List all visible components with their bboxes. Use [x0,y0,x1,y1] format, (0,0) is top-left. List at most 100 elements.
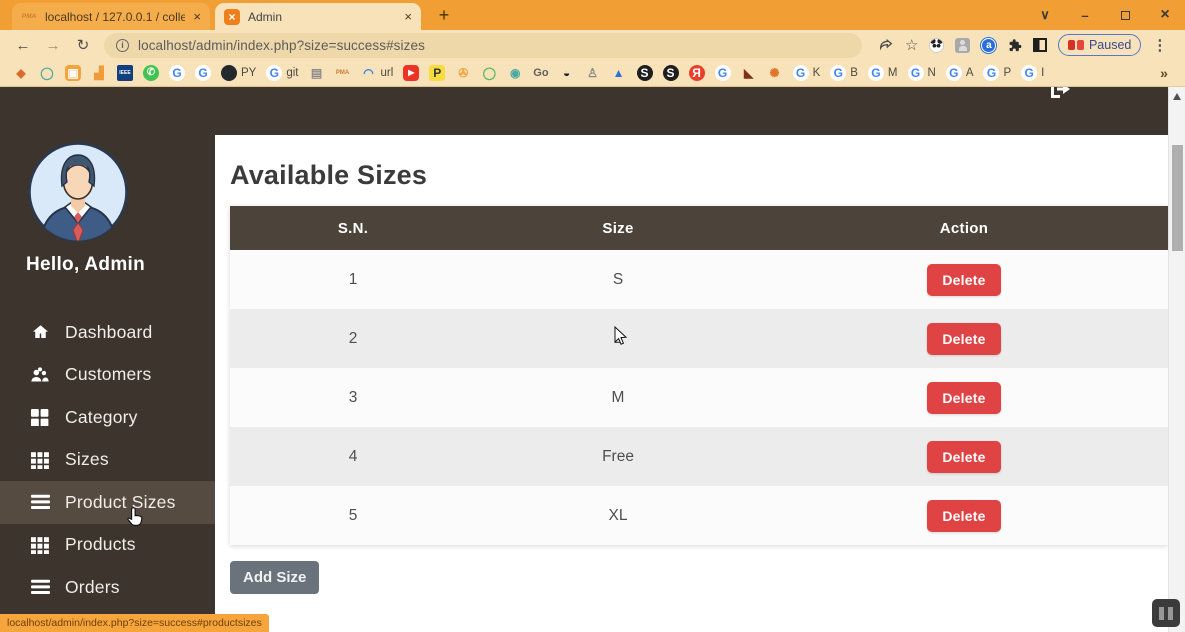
bookmark-item[interactable]: ♙ [585,65,601,81]
bookmark-item[interactable]: G [195,65,211,81]
bookmark-item[interactable]: Я [689,65,705,81]
reading-list-icon[interactable] [1033,38,1047,52]
extensions-puzzle-icon[interactable] [1007,38,1022,53]
bookmark-star-icon[interactable]: ☆ [905,36,918,54]
google-icon: G [983,65,999,81]
bookmark-item[interactable]: GN [908,65,936,81]
forward-icon[interactable]: → [40,37,66,54]
bookmark-item[interactable]: ◯ [481,65,497,81]
logout-icon[interactable] [1048,87,1076,98]
bookmark-item[interactable]: ✇ [455,65,471,81]
delete-button[interactable]: Delete [927,441,1000,473]
list-icon [30,579,50,595]
scrollbar-up-arrow-icon[interactable] [1173,93,1181,100]
kebab-menu-icon[interactable]: ⋮ [1152,36,1167,54]
a-extension-icon[interactable]: a [981,38,996,53]
site-info-icon[interactable]: i [116,39,129,52]
bookmark-item[interactable]: GB [830,65,858,81]
delete-button[interactable]: Delete [927,500,1000,532]
bookmark-item[interactable]: ◠url [361,65,394,81]
bookmark-item[interactable]: GK [793,65,821,81]
bookmark-item[interactable]: ▲ [611,65,627,81]
bookmark-item[interactable]: ▤ [309,65,325,81]
chevron-down-icon[interactable]: ∨ [1025,7,1065,23]
add-size-button[interactable]: Add Size [230,561,319,594]
bookmark-item[interactable]: » [1156,65,1172,81]
bookmark-item[interactable]: GP [983,65,1011,81]
bookmark-item[interactable]: GI [1021,65,1044,81]
bookmark-item[interactable]: GA [946,65,974,81]
maximize-button[interactable] [1105,11,1145,20]
address-bar[interactable]: i localhost/admin/index.php?size=success… [104,33,862,58]
bookmark-label: PY [241,67,256,79]
tab-close-icon[interactable]: × [193,9,201,24]
tab-close-icon[interactable]: × [404,9,412,24]
bookmark-item[interactable]: PY [221,65,256,81]
cell-size: XL [476,486,760,545]
bookmark-item[interactable]: ◣ [741,65,757,81]
bookmark-item[interactable]: P [429,65,445,81]
sidebar-item-sizes[interactable]: Sizes [0,439,215,482]
sidebar-item-orders[interactable]: Orders [0,566,215,609]
bookmark-label: I [1041,67,1044,79]
bookmark-item[interactable]: S [637,65,653,81]
delete-button[interactable]: Delete [927,382,1000,414]
sidebar-item-category[interactable]: Category [0,396,215,439]
sidebar-item-dashboard[interactable]: Dashboard [0,311,215,354]
bookmark-item[interactable]: ◒ [559,65,575,81]
bookmark-item[interactable]: G [715,65,731,81]
back-icon[interactable]: ← [10,37,36,54]
column-header-sn: S.N. [230,206,476,250]
reload-icon[interactable]: ↻ [70,36,96,54]
delete-button[interactable]: Delete [927,264,1000,296]
minimize-button[interactable]: – [1065,8,1105,23]
scrollbar[interactable] [1168,87,1185,632]
bookmark-item[interactable]: ▣ [65,65,81,81]
bookmark-item[interactable]: ◉ [507,65,523,81]
mountain-icon: ▲ [611,65,627,81]
bookmark-item[interactable]: Go [533,65,548,81]
download-paused-button[interactable]: Paused [1058,34,1141,56]
close-window-button[interactable]: × [1145,6,1185,24]
scrollbar-thumb[interactable] [1172,145,1183,251]
delete-button[interactable]: Delete [927,323,1000,355]
avatar [26,140,130,249]
tab-title: localhost / 127.0.0.1 / collection [45,10,185,24]
sidebar-item-customers[interactable]: Customers [0,354,215,397]
person-extension-icon[interactable] [955,38,970,53]
tab-admin[interactable]: × Admin × [215,3,421,30]
bookmark-item[interactable]: G [169,65,185,81]
cell-sn: 1 [230,250,476,309]
s-badge-icon: S [663,65,679,81]
sidebar: Hello, Admin DashboardCustomersCategoryS… [0,87,215,632]
bookmark-item[interactable]: ✺ [767,65,783,81]
sidebar-item-products[interactable]: Products [0,524,215,567]
bookmark-item[interactable]: ◆ [13,65,29,81]
idm-icon [1068,40,1084,50]
bookmark-label: git [286,67,298,79]
canva-icon: ◉ [507,65,523,81]
bookmark-item[interactable]: GM [868,65,898,81]
table-row: 5XLDelete [230,486,1168,545]
table-body: 1SDelete2LDelete3MDelete4FreeDelete5XLDe… [230,250,1168,545]
panda-extension-icon[interactable] [929,38,944,53]
p-badge-icon: P [429,65,445,81]
video-pause-button[interactable] [1152,599,1180,627]
tab-phpmyadmin[interactable]: PMA localhost / 127.0.0.1 / collection × [12,3,210,30]
url-text[interactable]: localhost/admin/index.php?size=success#s… [138,38,425,53]
sidebar-item-product-sizes[interactable]: Product Sizes [0,481,215,524]
bookmark-item[interactable]: ▶ [403,65,419,81]
google-icon: G [169,65,185,81]
bookmark-item[interactable]: ✆ [143,65,159,81]
bookmark-label: B [850,67,858,79]
bookmark-item[interactable]: PMA [335,65,351,81]
google-icon: G [868,65,884,81]
bookmark-item[interactable]: S [663,65,679,81]
bookmark-item[interactable]: ◯ [39,65,55,81]
bookmark-item[interactable]: IEEE [117,65,133,81]
new-tab-button[interactable]: + [431,2,457,28]
bookmark-item[interactable]: ▟ [91,65,107,81]
share-icon[interactable] [878,37,894,53]
bookmark-item[interactable]: Ggit [266,65,298,81]
sidebar-item-label: Product Sizes [65,492,176,513]
